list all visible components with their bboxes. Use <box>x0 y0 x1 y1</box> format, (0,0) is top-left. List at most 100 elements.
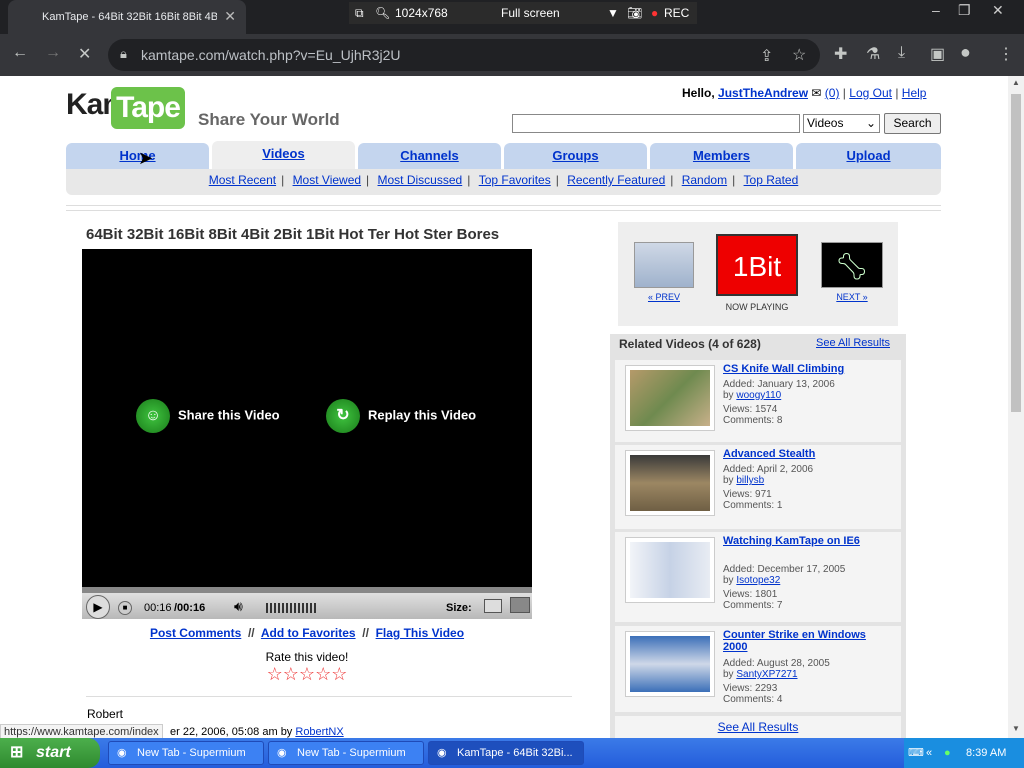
url-bar[interactable]: 🔒︎ kamtape.com/watch.php?v=Eu_UjhR3j2U ⇪… <box>108 39 820 71</box>
size-large-icon[interactable] <box>510 597 530 613</box>
prev-link[interactable]: « PREV <box>632 292 696 302</box>
camera-icon[interactable]: 📷︎ <box>627 6 642 20</box>
close-window-icon[interactable]: ✕ <box>992 2 1004 19</box>
scrollbar-thumb[interactable] <box>1011 94 1021 412</box>
rec-label[interactable]: REC <box>664 6 689 20</box>
related-thumbnail[interactable] <box>625 537 715 603</box>
video-player[interactable]: ☺ Share this Video ↻ Replay this Video <box>82 249 532 587</box>
related-footer-link[interactable]: See All Results <box>718 720 799 734</box>
extensions-icon[interactable]: ✚ <box>834 44 847 64</box>
start-button[interactable]: ⊞ start <box>0 738 100 768</box>
zoom-icon[interactable]: 🔍︎ <box>375 6 390 20</box>
stop-button[interactable]: ■ <box>118 601 132 615</box>
logo-tape[interactable]: Tape <box>111 87 185 129</box>
scroll-up-icon[interactable]: ▲ <box>1012 78 1020 87</box>
add-favorites-link[interactable]: Add to Favorites <box>261 626 356 640</box>
flag-video-link[interactable]: Flag This Video <box>376 626 464 640</box>
tab-members-label[interactable]: Members <box>693 148 750 163</box>
search-type-select[interactable]: Videos ⌄ <box>803 114 880 133</box>
tab-groups[interactable]: Groups <box>504 143 647 169</box>
back-icon[interactable]: ← <box>12 44 28 62</box>
star-icon[interactable]: ☆ <box>315 664 331 684</box>
bookmark-star-icon[interactable]: ☆ <box>792 45 806 65</box>
related-title[interactable]: Counter Strike en Windows 2000 <box>723 629 883 653</box>
scroll-down-icon[interactable]: ▼ <box>1012 724 1020 733</box>
post-comments-link[interactable]: Post Comments <box>150 626 241 640</box>
related-user-link[interactable]: SantyXP7271 <box>736 669 797 680</box>
network-icon[interactable]: ● <box>944 738 951 768</box>
tab-upload[interactable]: Upload <box>796 143 941 169</box>
subnav-most-discussed[interactable]: Most Discussed <box>378 173 463 187</box>
related-thumbnail[interactable] <box>625 631 715 697</box>
related-thumbnail[interactable] <box>625 365 715 431</box>
browser-tab[interactable]: KamTape - 64Bit 32Bit 16Bit 8Bit 4Bit ✕ <box>8 0 246 34</box>
tab-videos-label[interactable]: Videos <box>262 146 304 161</box>
prev-thumbnail[interactable] <box>634 242 694 288</box>
next-thumbnail[interactable]: 🦴︎ <box>821 242 883 288</box>
sidepanel-icon[interactable]: ▣ <box>930 44 945 64</box>
url-text[interactable]: kamtape.com/watch.php?v=Eu_UjhR3j2U <box>141 47 401 63</box>
subnav-random[interactable]: Random <box>682 173 727 187</box>
tab-channels[interactable]: Channels <box>358 143 501 169</box>
taskbar-item-active[interactable]: ◉ KamTape - 64Bit 32Bi... <box>428 741 584 765</box>
mail-icon[interactable]: ✉ <box>811 86 821 100</box>
size-normal-icon[interactable] <box>484 599 502 613</box>
labs-icon[interactable]: ⚗ <box>866 44 880 64</box>
profile-avatar-icon[interactable]: ● <box>960 42 971 63</box>
lock-icon[interactable]: 🔒︎ <box>120 46 127 62</box>
dropdown-icon[interactable]: ▼ <box>607 6 619 20</box>
username-link[interactable]: JustTheAndrew <box>718 86 808 100</box>
subnav-top-rated[interactable]: Top Rated <box>744 173 799 187</box>
share-video-button[interactable]: ☺ Share this Video <box>136 399 280 433</box>
tab-close-icon[interactable]: ✕ <box>224 8 236 25</box>
play-button[interactable]: ▶ <box>86 595 110 619</box>
menu-icon[interactable]: ⋮ <box>998 44 1014 64</box>
recorder-mode[interactable]: Full screen <box>501 6 560 20</box>
star-rating[interactable]: ☆☆☆☆☆ <box>82 664 532 685</box>
volume-icon[interactable]: 🔊︎ <box>234 598 243 615</box>
related-user-link[interactable]: Isotope32 <box>736 575 780 586</box>
subnav-most-viewed[interactable]: Most Viewed <box>293 173 361 187</box>
logout-link[interactable]: Log Out <box>849 86 892 100</box>
search-button[interactable]: Search <box>884 113 941 134</box>
subnav-top-favorites[interactable]: Top Favorites <box>479 173 551 187</box>
tab-members[interactable]: Members <box>650 143 793 169</box>
related-item[interactable]: Counter Strike en Windows 2000 Added: Au… <box>615 626 901 712</box>
taskbar-item[interactable]: ◉ New Tab - Supermium <box>108 741 264 765</box>
help-link[interactable]: Help <box>902 86 927 100</box>
taskbar-item[interactable]: ◉ New Tab - Supermium <box>268 741 424 765</box>
related-title[interactable]: Advanced Stealth <box>723 448 883 460</box>
next-video[interactable]: 🦴︎ NEXT » <box>818 242 886 302</box>
volume-slider[interactable] <box>266 603 318 613</box>
search-input[interactable] <box>512 114 800 133</box>
keyboard-icon[interactable]: ⌨ <box>908 738 924 768</box>
related-item[interactable]: Advanced Stealth Added: April 2, 2006 by… <box>615 445 901 529</box>
inbox-count-link[interactable]: (0) <box>825 86 840 100</box>
related-item[interactable]: Watching KamTape on IE6 Added: December … <box>615 532 901 622</box>
related-title[interactable]: Watching KamTape on IE6 <box>723 535 883 547</box>
restore-icon[interactable]: ❐ <box>958 2 971 19</box>
subnav-most-recent[interactable]: Most Recent <box>209 173 276 187</box>
download-icon[interactable]: ⤓ <box>898 44 905 62</box>
star-icon[interactable]: ☆ <box>283 664 299 684</box>
related-item[interactable]: CS Knife Wall Climbing Added: January 13… <box>615 360 901 442</box>
related-user-link[interactable]: billysb <box>736 475 764 486</box>
window-icon[interactable]: ⧉ <box>355 6 364 21</box>
tray-expand-icon[interactable]: « <box>926 738 932 768</box>
page-scrollbar[interactable]: ▲ ▼ <box>1008 76 1024 738</box>
tab-channels-label[interactable]: Channels <box>400 148 459 163</box>
clock[interactable]: 8:39 AM <box>966 738 1006 768</box>
next-link[interactable]: NEXT » <box>818 292 886 302</box>
star-icon[interactable]: ☆ <box>331 664 347 684</box>
recorder-resolution[interactable]: 1024x768 <box>395 6 448 20</box>
star-icon[interactable]: ☆ <box>299 664 315 684</box>
see-all-results-link[interactable]: See All Results <box>816 337 890 349</box>
prev-video[interactable]: « PREV <box>632 242 696 302</box>
share-icon[interactable]: ⇪ <box>760 46 773 66</box>
related-user-link[interactable]: woogy110 <box>736 390 781 401</box>
stop-icon[interactable]: ✕ <box>78 44 91 64</box>
tab-upload-label[interactable]: Upload <box>846 148 890 163</box>
subnav-recently-featured[interactable]: Recently Featured <box>567 173 665 187</box>
tab-videos[interactable]: Videos <box>212 141 355 169</box>
comment-user-link[interactable]: RobertNX <box>295 726 343 738</box>
